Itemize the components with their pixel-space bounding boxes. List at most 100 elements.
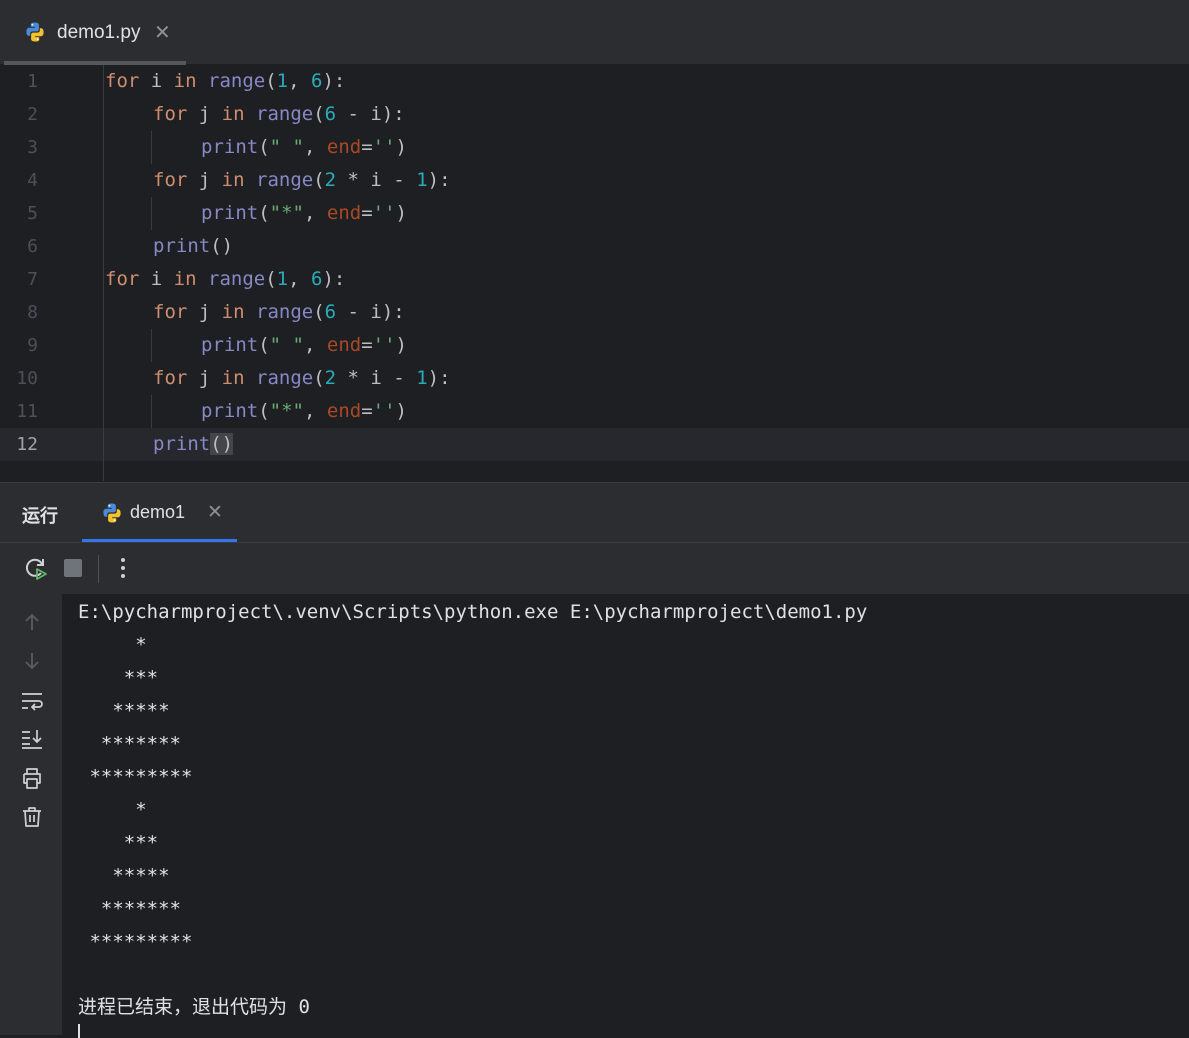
line-number[interactable]: 12 [0, 428, 38, 461]
line-number[interactable]: 9 [0, 329, 38, 362]
code-token: ): [322, 70, 346, 92]
code-token: for [153, 367, 188, 389]
close-icon[interactable]: ✕ [154, 20, 171, 45]
code-token: j [187, 301, 222, 323]
code-token: 2 [324, 367, 337, 389]
code-token: in [173, 70, 197, 92]
trash-icon[interactable] [20, 805, 44, 829]
code-token: j [187, 169, 222, 191]
code-token: 6 [324, 103, 337, 125]
code-token: print [153, 433, 211, 455]
code-token: 6 [324, 301, 337, 323]
code-line[interactable]: 12 print() [0, 428, 1189, 461]
code-token: print [201, 400, 259, 422]
run-panel-header: 运行 demo1 ✕ [0, 482, 1189, 543]
line-number[interactable]: 5 [0, 197, 38, 230]
code-token: ) [395, 334, 407, 356]
code-text: print("*", end='') [201, 197, 407, 230]
code-token: range [256, 169, 314, 191]
text-cursor [78, 1024, 80, 1038]
code-token: for [153, 103, 188, 125]
line-number[interactable]: 1 [0, 65, 38, 98]
code-token: ( [258, 400, 270, 422]
code-token: ( [313, 169, 325, 191]
code-token: ): [427, 367, 451, 389]
console-output-line: *** [78, 667, 159, 689]
code-token: ( [258, 136, 270, 158]
code-text: for i in range(1, 6): [105, 65, 345, 98]
code-token: in [221, 301, 245, 323]
code-line[interactable]: 8 for j in range(6 - i): [0, 296, 1189, 329]
toolbar-separator [98, 555, 99, 583]
code-token: print [201, 136, 259, 158]
run-toolbar [0, 542, 1189, 595]
tab-run-demo1[interactable]: demo1 ✕ [82, 483, 237, 543]
tab-label: demo1.py [57, 22, 141, 43]
code-token: 1 [276, 268, 289, 290]
indent-guide [151, 197, 152, 230]
rerun-icon[interactable] [22, 555, 48, 581]
console-output-line: * [78, 634, 147, 656]
tab-demo1-py[interactable]: demo1.py ✕ [4, 0, 186, 65]
code-token: 1 [416, 169, 428, 191]
code-line[interactable]: 7 for i in range(1, 6): [0, 263, 1189, 296]
code-token: for [105, 268, 140, 290]
code-token: for [153, 301, 188, 323]
more-vertical-icon[interactable] [110, 555, 136, 581]
code-line[interactable]: 11 print("*", end='') [0, 395, 1189, 428]
code-token: range [256, 367, 314, 389]
code-token: = [361, 136, 373, 158]
line-number[interactable]: 3 [0, 131, 38, 164]
code-text: print(" ", end='') [201, 329, 407, 362]
code-line[interactable]: 9 print(" ", end='') [0, 329, 1189, 362]
code-token: = [361, 334, 373, 356]
code-line[interactable]: 3 print(" ", end='') [0, 131, 1189, 164]
line-number[interactable]: 10 [0, 362, 38, 395]
code-line[interactable]: 6 print() [0, 230, 1189, 263]
soft-wrap-icon[interactable] [20, 689, 44, 713]
process-exit-message: 进程已结束，退出代码为 0 [78, 996, 310, 1018]
code-line[interactable]: 2 for j in range(6 - i): [0, 98, 1189, 131]
code-text: for j in range(2 * i - 1): [153, 164, 451, 197]
line-number[interactable]: 4 [0, 164, 38, 197]
code-text: print(" ", end='') [201, 131, 407, 164]
code-token: end [326, 202, 362, 224]
code-token: ( [313, 103, 325, 125]
print-icon[interactable] [20, 766, 44, 790]
arrow-down-icon[interactable] [20, 649, 44, 673]
line-number[interactable]: 11 [0, 395, 38, 428]
code-text: for j in range(6 - i): [153, 98, 405, 131]
stop-icon[interactable] [60, 555, 86, 581]
arrow-up-icon[interactable] [20, 610, 44, 634]
indent-guide [151, 131, 152, 164]
code-token: () [210, 433, 234, 455]
code-line[interactable]: 10 for j in range(2 * i - 1): [0, 362, 1189, 395]
console-output-line: ********* [78, 931, 193, 953]
code-token: i [139, 70, 174, 92]
code-token: ): [427, 169, 451, 191]
code-token: * i - [336, 169, 417, 191]
code-editor[interactable]: 12 print() 11 print("*", end='') 10 for j in … [0, 65, 1189, 481]
code-token: in [221, 103, 245, 125]
code-token: i [139, 268, 174, 290]
code-token: range [208, 70, 266, 92]
line-number[interactable]: 2 [0, 98, 38, 131]
code-token: print [201, 202, 259, 224]
line-number[interactable]: 7 [0, 263, 38, 296]
scroll-to-end-icon[interactable] [20, 727, 44, 751]
code-line[interactable]: 5 print("*", end='') [0, 197, 1189, 230]
code-token: - i): [336, 103, 405, 125]
line-number[interactable]: 6 [0, 230, 38, 263]
console-output[interactable]: E:\pycharmproject\.venv\Scripts\python.e… [62, 594, 1189, 1038]
python-file-icon [24, 21, 46, 48]
console-output-line: ***** [78, 865, 170, 887]
code-line[interactable]: 4 for j in range(2 * i - 1): [0, 164, 1189, 197]
line-number[interactable]: 8 [0, 296, 38, 329]
code-token: end [326, 334, 362, 356]
close-icon[interactable]: ✕ [207, 501, 223, 524]
code-token: in [221, 367, 245, 389]
code-token: end [326, 136, 362, 158]
console-side-toolbar [0, 594, 62, 1035]
code-line[interactable]: 1 for i in range(1, 6): [0, 65, 1189, 98]
